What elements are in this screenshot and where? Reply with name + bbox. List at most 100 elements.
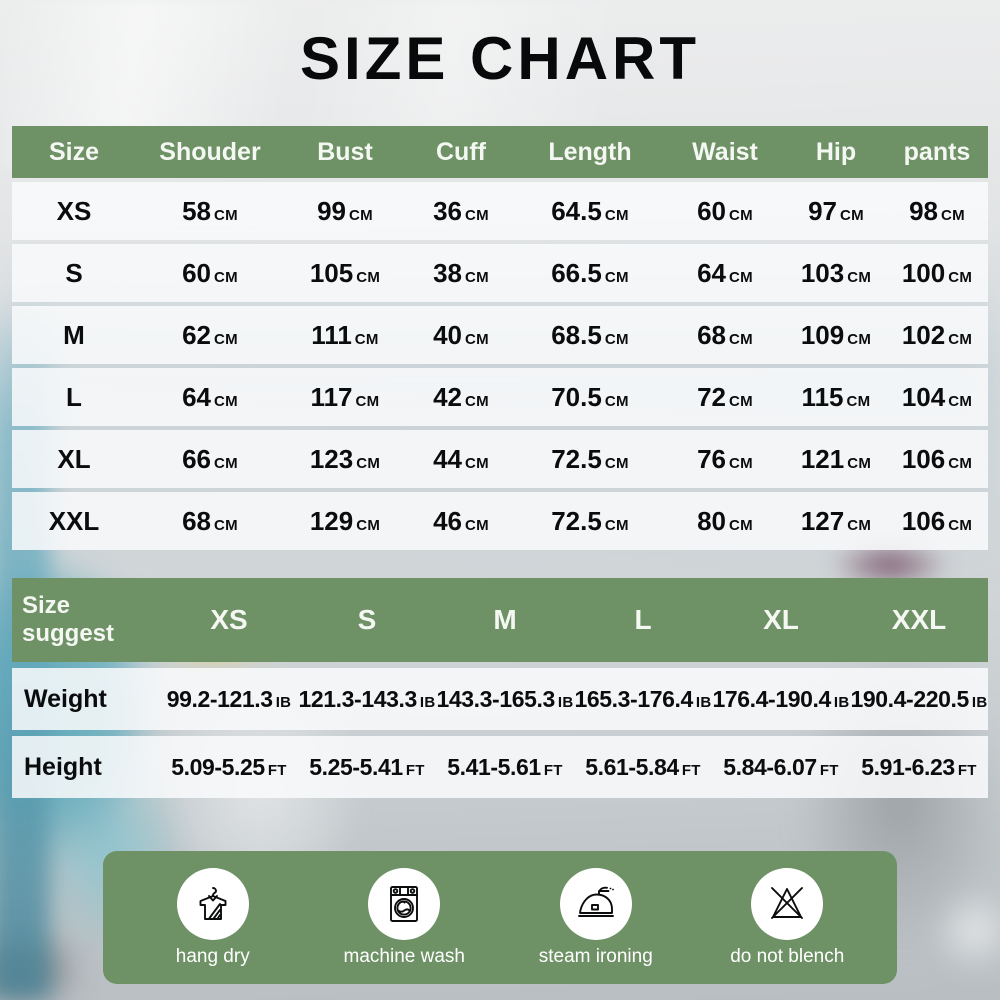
column-header-hip: Hip	[815, 137, 857, 166]
height-value-xl: 5.84-6.07 FT	[723, 753, 839, 780]
cell-hip: 121 CM	[800, 443, 872, 474]
cell-pants: 102 CM	[901, 319, 973, 350]
cell-size: XL	[57, 443, 91, 474]
care-item-steam-ironing: steam ironing	[511, 867, 681, 968]
suggest-header-row: Size suggest XS S M L XL XXL	[12, 578, 988, 662]
cell-size: S	[65, 257, 83, 288]
care-item-do-not-bleach: do not blench	[702, 867, 872, 968]
weight-value-l: 165.3-176.4 IB	[574, 685, 712, 712]
cell-length: 64.5 CM	[551, 195, 629, 226]
cell-waist: 80 CM	[697, 505, 753, 536]
size-suggest-table: Size suggest XS S M L XL XXL Weight 99.2…	[12, 578, 988, 798]
cell-bust: 105 CM	[309, 257, 381, 288]
do-not-bleach-icon	[751, 867, 824, 940]
cell-bust: 117 CM	[310, 381, 380, 412]
cell-cuff: 36 CM	[433, 195, 489, 226]
cell-cuff: 38 CM	[433, 257, 489, 288]
table-row: L 64 CM 117 CM 42 CM 70.5 CM 72 CM 115 CM 104 C…	[12, 368, 988, 426]
cell-size: XS	[56, 195, 92, 226]
column-header-shoulder: Shouder	[159, 137, 261, 166]
cell-shoulder: 68 CM	[182, 505, 238, 536]
weight-value-xs: 99.2-121.3 IB	[166, 685, 292, 712]
cell-size: XXL	[48, 505, 100, 536]
cell-size: M	[63, 319, 85, 350]
suggest-header-line1: Size	[22, 591, 71, 619]
cell-bust: 129 CM	[309, 505, 381, 536]
height-row-label: Height	[24, 752, 102, 781]
size-measurements-table: Size Shouder Bust Cuff Length Waist Hip …	[12, 126, 988, 550]
steam-iron-icon	[559, 867, 632, 940]
cell-shoulder: 62 CM	[182, 319, 238, 350]
size-table-header-row: Size Shouder Bust Cuff Length Waist Hip …	[12, 126, 988, 178]
height-value-m: 5.41-5.61 FT	[447, 753, 563, 780]
table-row: XS 58 CM 99 CM 36 CM 64.5 CM 60 CM 97 CM 98 CM	[12, 182, 988, 240]
cell-length: 66.5 CM	[551, 257, 629, 288]
cell-waist: 60 CM	[697, 195, 753, 226]
weight-row-label: Weight	[24, 684, 107, 713]
cell-cuff: 46 CM	[433, 505, 489, 536]
suggest-header-label: Size suggest	[12, 592, 160, 649]
cell-bust: 111 CM	[311, 319, 379, 350]
column-header-length: Length	[548, 137, 632, 166]
cell-waist: 68 CM	[697, 319, 753, 350]
weight-row: Weight 99.2-121.3 IB 121.3-143.3 IB 143.3-…	[12, 668, 988, 730]
size-chart-page: SIZE CHART Size Shouder Bust Cuff Length…	[0, 0, 1000, 1000]
column-header-cuff: Cuff	[436, 137, 486, 166]
page-title: SIZE CHART	[300, 25, 700, 92]
height-value-l: 5.61-5.84 FT	[585, 753, 701, 780]
suggest-size-xxl: XXL	[891, 604, 947, 635]
cell-shoulder: 66 CM	[182, 443, 238, 474]
cell-bust: 123 CM	[309, 443, 381, 474]
cell-pants: 98 CM	[909, 195, 965, 226]
cell-shoulder: 58 CM	[182, 195, 238, 226]
cell-pants: 106 CM	[901, 505, 973, 536]
care-label-hang-dry: hang dry	[175, 945, 250, 967]
care-label-do-not-bleach: do not blench	[730, 945, 845, 967]
cell-hip: 109 CM	[800, 319, 872, 350]
cell-pants: 104 CM	[901, 381, 973, 412]
suggest-header-line2: suggest	[22, 620, 115, 647]
cell-size: L	[66, 381, 82, 412]
height-value-xs: 5.09-5.25 FT	[171, 753, 287, 780]
care-item-machine-wash: machine wash	[319, 867, 489, 968]
cell-waist: 76 CM	[697, 443, 753, 474]
care-item-hang-dry: hang dry	[128, 867, 298, 968]
column-header-size: Size	[48, 137, 100, 166]
table-row: S 60 CM 105 CM 38 CM 66.5 CM 64 CM 103 CM 100 C…	[12, 244, 988, 302]
table-row: M 62 CM 111 CM 40 CM 68.5 CM 68 CM 109 CM 102 C…	[12, 306, 988, 364]
column-header-waist: Waist	[692, 137, 758, 166]
weight-value-xl: 176.4-190.4 IB	[712, 685, 850, 712]
cell-waist: 72 CM	[697, 381, 753, 412]
cell-length: 72.5 CM	[551, 443, 629, 474]
column-header-pants: pants	[903, 137, 971, 166]
column-header-bust: Bust	[317, 137, 373, 166]
care-label-machine-wash: machine wash	[343, 945, 465, 967]
cell-pants: 100 CM	[901, 257, 973, 288]
weight-value-s: 121.3-143.3 IB	[298, 685, 436, 712]
cell-cuff: 40 CM	[433, 319, 489, 350]
cell-hip: 115 CM	[801, 381, 871, 412]
weight-value-m: 143.3-165.3 IB	[436, 685, 574, 712]
cell-length: 68.5 CM	[551, 319, 629, 350]
height-value-s: 5.25-5.41 FT	[309, 753, 425, 780]
weight-value-xxl: 190.4-220.5 IB	[850, 685, 988, 712]
cell-shoulder: 64 CM	[182, 381, 238, 412]
suggest-size-l: L	[634, 604, 652, 635]
machine-wash-icon	[368, 867, 441, 940]
hang-dry-icon	[176, 867, 249, 940]
suggest-size-m: M	[493, 604, 517, 635]
cell-shoulder: 60 CM	[182, 257, 238, 288]
cell-length: 70.5 CM	[551, 381, 629, 412]
cell-pants: 106 CM	[901, 443, 973, 474]
cell-waist: 64 CM	[697, 257, 753, 288]
cell-cuff: 44 CM	[433, 443, 489, 474]
table-row: XL 66 CM 123 CM 44 CM 72.5 CM 76 CM 121 CM 106…	[12, 430, 988, 488]
cell-hip: 97 CM	[808, 195, 864, 226]
cell-hip: 127 CM	[800, 505, 872, 536]
suggest-size-s: S	[357, 604, 377, 635]
suggest-size-xl: XL	[763, 604, 799, 635]
cell-bust: 99 CM	[317, 195, 373, 226]
cell-hip: 103 CM	[800, 257, 872, 288]
cell-cuff: 42 CM	[433, 381, 489, 412]
care-instructions-panel: hang dry machine wash steam ironing do n…	[103, 851, 897, 984]
